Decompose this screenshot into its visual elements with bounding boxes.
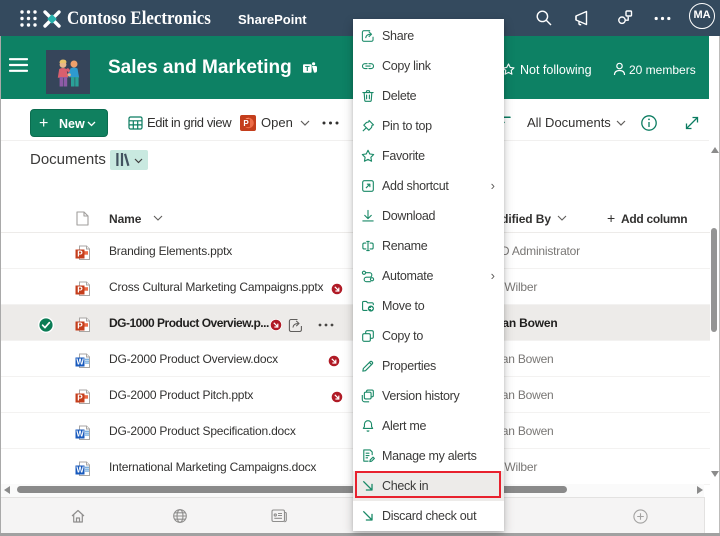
svg-text:P: P xyxy=(243,119,249,128)
svg-text:T: T xyxy=(305,64,310,73)
